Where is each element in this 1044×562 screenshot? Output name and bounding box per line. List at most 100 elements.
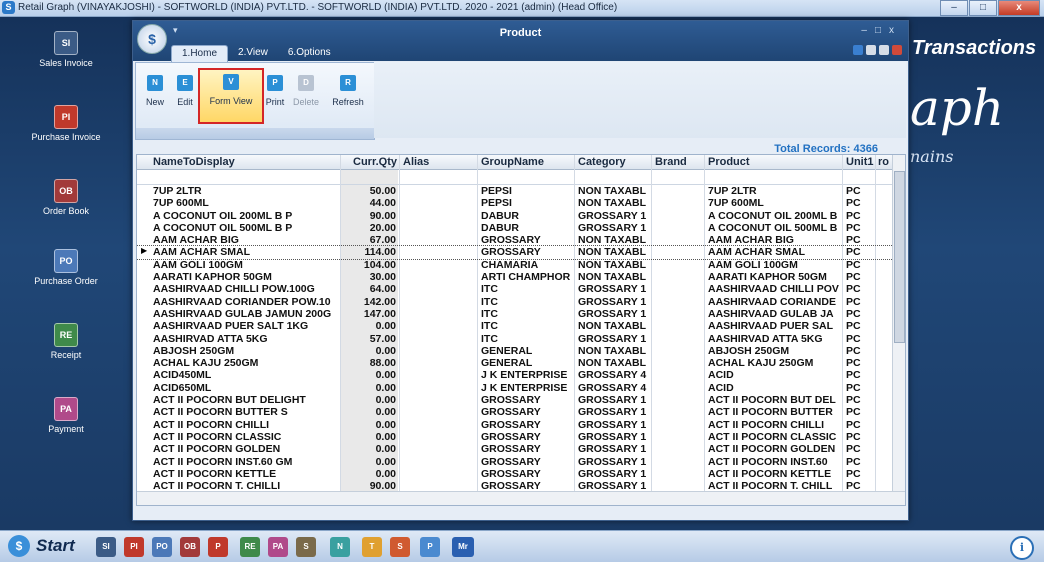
info-icon[interactable]: i bbox=[1010, 536, 1034, 560]
table-row[interactable]: ACID650ML 0.00 J K ENTERPRISE GROSSARY 4 ACI… bbox=[137, 382, 905, 394]
grid-filter-row[interactable] bbox=[137, 170, 905, 185]
tab-view[interactable]: 2.View bbox=[228, 45, 278, 61]
cell-name: AASHIRVAAD CHILLI POW.100G bbox=[153, 283, 315, 296]
desktop-icon-order-book[interactable]: OB Order Book bbox=[26, 179, 106, 216]
cell-unit: PC bbox=[846, 394, 861, 407]
refresh-icon: R bbox=[340, 75, 356, 91]
table-row[interactable]: ACID450ML 0.00 J K ENTERPRISE GROSSARY 4 ACI… bbox=[137, 369, 905, 381]
table-row[interactable]: AAM GOLI 100GM 104.00 CHAMARIA NON TAXABL AA… bbox=[137, 259, 905, 271]
product-window-controls[interactable]: –□x bbox=[861, 25, 902, 36]
product-window: $ ▾ Product –□x 1.Home 2.View 6.Options … bbox=[132, 20, 909, 521]
table-row[interactable]: AARATI KAPHOR 50GM 30.00 ARTI CHAMPHOR NON … bbox=[137, 271, 905, 283]
taskbar-payment-icon[interactable]: PA bbox=[268, 537, 288, 557]
sales-invoice-icon: SI bbox=[54, 31, 78, 55]
grid-rows: 7UP 2LTR 50.00 PEPSI NON TAXABL 7UP 2LTR PC 7U… bbox=[137, 185, 905, 505]
taskbar-book-icon[interactable]: OB bbox=[180, 537, 200, 557]
table-row[interactable]: ACT II POCORN INST.60 GM 0.00 GROSSARY GROS… bbox=[137, 456, 905, 468]
table-row[interactable]: ACT II POCORN CHILLI 0.00 GROSSARY GROSSARY… bbox=[137, 419, 905, 431]
table-row[interactable]: ACT II POCORN BUT DELIGHT 0.00 GROSSARY GRO… bbox=[137, 394, 905, 406]
form-view-button[interactable]: V Form View bbox=[198, 68, 264, 124]
col-header-ro[interactable]: ro bbox=[878, 156, 892, 168]
desktop-icon-receipt[interactable]: RE Receipt bbox=[26, 323, 106, 360]
maximize-button[interactable]: □ bbox=[969, 0, 997, 16]
cell-name: ACID650ML bbox=[153, 381, 212, 394]
refresh-button[interactable]: R Refresh bbox=[330, 71, 366, 107]
delete-button[interactable]: D Delete bbox=[291, 71, 321, 107]
minimize-button[interactable]: – bbox=[940, 0, 968, 16]
tab-home[interactable]: 1.Home bbox=[171, 45, 229, 62]
table-row[interactable]: 7UP 600ML 44.00 PEPSI NON TAXABL 7UP 600ML PC bbox=[137, 197, 905, 209]
taskbar-network-icon[interactable]: N bbox=[330, 537, 350, 557]
taskbar-receipt-icon[interactable]: RE bbox=[240, 537, 260, 557]
taskbar-mr-icon[interactable]: Mr bbox=[452, 537, 474, 557]
cell-group: ITC bbox=[481, 295, 498, 308]
cell-name: AASHIRVAAD GULAB JAMUN 200G bbox=[153, 307, 332, 320]
tab-options[interactable]: 6.Options bbox=[278, 45, 341, 61]
col-header-qty[interactable]: Curr.Qty bbox=[353, 156, 399, 168]
desktop-icon-sales-invoice[interactable]: SI Sales Invoice bbox=[26, 31, 106, 68]
col-header-unit1[interactable]: Unit1 bbox=[846, 156, 876, 168]
col-header-brand[interactable]: Brand bbox=[655, 156, 705, 168]
cell-qty: 57.00 bbox=[369, 332, 396, 345]
cell-group: DABUR bbox=[481, 209, 519, 222]
cell-category: GROSSARY 1 bbox=[578, 307, 647, 320]
desktop-icon-payment[interactable]: PA Payment bbox=[26, 397, 106, 434]
col-header-category[interactable]: Category bbox=[578, 156, 650, 168]
vertical-scrollbar[interactable] bbox=[892, 155, 905, 491]
exit-icon[interactable] bbox=[892, 45, 902, 55]
table-row[interactable]: A COCONUT OIL 500ML B P 20.00 DABUR GROSSAR… bbox=[137, 222, 905, 234]
taskbar-shapes-icon[interactable]: S bbox=[390, 537, 410, 557]
cell-product: ACT II POCORN BUTTER bbox=[708, 406, 833, 419]
col-header-group[interactable]: GroupName bbox=[481, 156, 571, 168]
cell-unit: PC bbox=[846, 197, 861, 210]
taskbar-purchase-icon[interactable]: PI bbox=[124, 537, 144, 557]
help-icon[interactable] bbox=[853, 45, 863, 55]
start-button[interactable]: $ Start bbox=[8, 535, 75, 557]
print-button[interactable]: P Print bbox=[260, 71, 290, 107]
new-button[interactable]: N New bbox=[140, 71, 170, 107]
taskbar-transfer-icon[interactable]: T bbox=[362, 537, 382, 557]
table-row[interactable]: ACT II POCORN KETTLE 0.00 GROSSARY GROSSARY… bbox=[137, 468, 905, 480]
ribbon-tabs: 1.Home 2.View 6.Options bbox=[171, 45, 341, 62]
horizontal-scrollbar[interactable] bbox=[137, 491, 905, 505]
table-row[interactable]: AASHIRVAAD PUER SALT 1KG 0.00 ITC NON TAXAB… bbox=[137, 320, 905, 332]
table-row[interactable]: AASHIRVAAD GULAB JAMUN 200G 147.00 ITC GROS… bbox=[137, 308, 905, 320]
table-row[interactable]: AASHIRVAAD CORIANDER POW.10 142.00 ITC GROS… bbox=[137, 296, 905, 308]
cell-group: ITC bbox=[481, 332, 498, 345]
settings-icon[interactable] bbox=[866, 45, 876, 55]
taskbar-stamp-icon[interactable]: S bbox=[296, 537, 316, 557]
taskbar-order-icon[interactable]: PO bbox=[152, 537, 172, 557]
desktop-icon-label: Purchase Order bbox=[34, 276, 98, 286]
new-label: New bbox=[145, 97, 164, 107]
print-icon[interactable] bbox=[879, 45, 889, 55]
table-row[interactable]: A COCONUT OIL 200ML B P 90.00 DABUR GROSSAR… bbox=[137, 210, 905, 222]
col-header-name[interactable]: NameToDisplay bbox=[153, 156, 338, 168]
product-window-titlebar: $ ▾ Product –□x 1.Home 2.View 6.Options bbox=[133, 21, 908, 62]
desktop-icon-purchase-order[interactable]: PO Purchase Order bbox=[26, 249, 106, 286]
table-row[interactable]: ▶ AAM ACHAR SMAL 114.00 GROSSARY NON TAXABL A… bbox=[137, 245, 905, 260]
col-header-product[interactable]: Product bbox=[708, 156, 842, 168]
desktop-icon-label: Order Book bbox=[42, 206, 90, 216]
cell-product: AARATI KAPHOR 50GM bbox=[708, 271, 827, 284]
cell-qty: 142.00 bbox=[363, 295, 396, 308]
cell-qty: 0.00 bbox=[375, 369, 396, 382]
table-row[interactable]: ABJOSH 250GM 0.00 GENERAL NON TAXABL ABJOSH … bbox=[137, 345, 905, 357]
taskbar-sales-icon[interactable]: SI bbox=[96, 537, 116, 557]
table-row[interactable]: AAM ACHAR BIG 67.00 GROSSARY NON TAXABL AAM … bbox=[137, 234, 905, 246]
table-row[interactable]: 7UP 2LTR 50.00 PEPSI NON TAXABL 7UP 2LTR PC bbox=[137, 185, 905, 197]
desktop-icon-purchase-invoice[interactable]: PI Purchase Invoice bbox=[26, 105, 106, 142]
table-row[interactable]: AASHIRVAAD CHILLI POW.100G 64.00 ITC GROSSA… bbox=[137, 283, 905, 295]
scroll-thumb[interactable] bbox=[894, 171, 905, 343]
taskbar-pi-icon[interactable]: P bbox=[208, 537, 228, 557]
taskbar-print-icon[interactable]: P bbox=[420, 537, 440, 557]
table-row[interactable]: ACT II POCORN GOLDEN 0.00 GROSSARY GROSSARY… bbox=[137, 443, 905, 455]
table-row[interactable]: ACT II POCORN BUTTER S 0.00 GROSSARY GROSSA… bbox=[137, 406, 905, 418]
edit-button[interactable]: E Edit bbox=[170, 71, 200, 107]
cell-product: AAM ACHAR SMAL bbox=[708, 246, 806, 259]
col-header-alias[interactable]: Alias bbox=[403, 156, 473, 168]
table-row[interactable]: AASHIRVAD ATTA 5KG 57.00 ITC GROSSARY 1 AASH… bbox=[137, 333, 905, 345]
table-row[interactable]: ACHAL KAJU 250GM 88.00 GENERAL NON TAXABL AC… bbox=[137, 357, 905, 369]
table-row[interactable]: ACT II POCORN CLASSIC 0.00 GROSSARY GROSSAR… bbox=[137, 431, 905, 443]
cell-unit: PC bbox=[846, 221, 861, 234]
close-button[interactable]: x bbox=[998, 0, 1040, 16]
